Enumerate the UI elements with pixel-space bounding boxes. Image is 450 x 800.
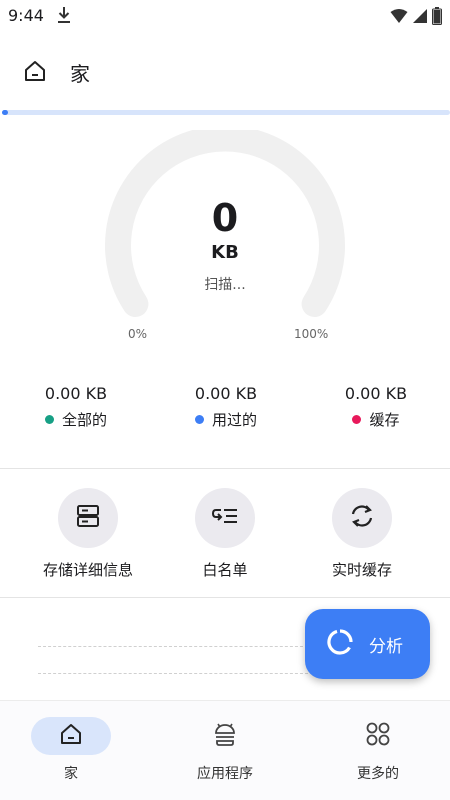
nav-item-home[interactable]: 家: [0, 717, 146, 783]
cell-signal-icon: [412, 8, 428, 28]
stat-total: 0.00 KB 全部的: [16, 384, 136, 430]
legend-dot: [352, 415, 362, 424]
scan-progress-fill: [2, 110, 8, 115]
nav-item-more[interactable]: 更多的: [303, 717, 450, 783]
whitelist-icon: [211, 504, 239, 532]
nav-label: 更多的: [357, 766, 399, 782]
status-bar: 9:44: [0, 0, 450, 32]
gauge-status: 扫描...: [204, 277, 246, 293]
stat-label: 全部的: [61, 411, 107, 429]
wifi-icon: [390, 8, 408, 28]
realtime-cache-button[interactable]: 实时缓存: [292, 488, 432, 580]
stat-value: 0.00 KB: [344, 384, 408, 403]
android-apps-icon: [212, 721, 238, 751]
nav-pill: [185, 717, 265, 755]
legend-dot: [194, 415, 204, 424]
nav-pill: [31, 717, 111, 755]
nav-label: 家: [64, 766, 78, 782]
stat-label: 缓存: [369, 411, 400, 429]
storage-gauge: [105, 130, 345, 317]
status-time: 9:44: [8, 6, 44, 25]
placeholder-line: [38, 646, 308, 647]
page-title: 家: [70, 62, 90, 86]
action-circle: [195, 488, 255, 548]
more-grid-icon: [365, 721, 391, 751]
stat-cache: 0.00 KB 缓存: [316, 384, 436, 430]
gauge-value: 0: [211, 196, 239, 240]
sync-icon: [348, 502, 376, 534]
analyze-ring-icon: [327, 629, 353, 659]
analyze-label: 分析: [369, 636, 403, 657]
stat-label: 用过的: [211, 411, 257, 429]
home-icon: [22, 58, 48, 88]
whitelist-button[interactable]: 白名单: [155, 488, 295, 580]
stat-used: 0.00 KB 用过的: [166, 384, 286, 430]
divider: [0, 597, 450, 598]
stat-legend: 缓存: [316, 409, 436, 430]
stat-legend: 用过的: [166, 409, 286, 430]
placeholder-line: [38, 673, 308, 674]
stat-value: 0.00 KB: [194, 384, 258, 403]
nav-label: 应用程序: [197, 766, 253, 782]
download-icon: [57, 6, 71, 28]
action-circle: [58, 488, 118, 548]
gauge-unit: KB: [211, 242, 239, 263]
nav-item-apps[interactable]: 应用程序: [150, 717, 300, 783]
storage-icon: [75, 503, 101, 533]
action-label: 实时缓存: [331, 561, 392, 579]
scan-progress-bar: [2, 110, 450, 115]
gauge-min-label: 0%: [128, 327, 148, 341]
storage-details-button[interactable]: 存储详细信息: [18, 488, 158, 580]
home-icon: [59, 722, 83, 750]
nav-pill: [338, 717, 418, 755]
stat-legend: 全部的: [16, 409, 136, 430]
analyze-button[interactable]: 分析: [305, 609, 430, 679]
divider: [0, 468, 450, 469]
bottom-navigation: 家 应用程序 更多的: [0, 700, 450, 800]
stat-value: 0.00 KB: [44, 384, 108, 403]
app-header: 家: [0, 48, 450, 96]
action-label: 白名单: [202, 561, 248, 579]
action-circle: [332, 488, 392, 548]
action-label: 存储详细信息: [42, 561, 133, 579]
legend-dot: [44, 415, 54, 424]
battery-icon: [432, 7, 442, 29]
gauge-max-label: 100%: [294, 327, 329, 341]
